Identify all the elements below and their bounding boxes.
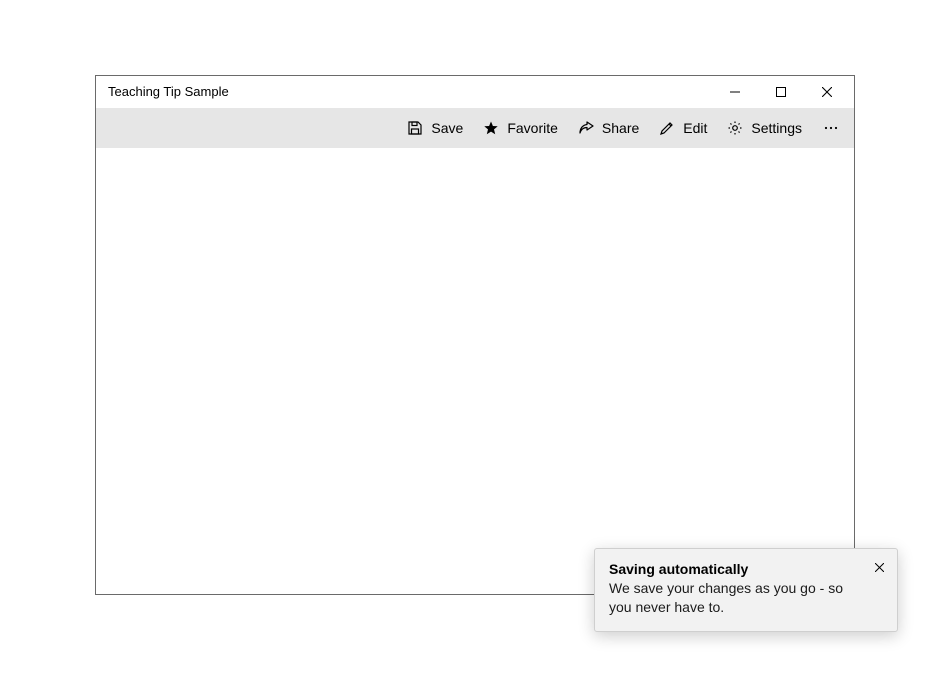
pencil-icon — [659, 120, 675, 136]
gear-icon — [727, 120, 743, 136]
ellipsis-icon — [823, 126, 839, 130]
close-icon — [875, 563, 884, 572]
caption-buttons — [712, 76, 850, 108]
titlebar: Teaching Tip Sample — [96, 76, 854, 108]
save-button[interactable]: Save — [397, 108, 473, 148]
teaching-tip-body: We save your changes as you go - so you … — [609, 579, 861, 617]
save-icon — [407, 120, 423, 136]
settings-label: Settings — [751, 120, 802, 136]
close-icon — [822, 87, 832, 97]
minimize-button[interactable] — [712, 76, 758, 108]
settings-button[interactable]: Settings — [717, 108, 812, 148]
app-window: Teaching Tip Sample — [95, 75, 855, 595]
star-icon — [483, 120, 499, 136]
more-button[interactable] — [812, 108, 850, 148]
favorite-button[interactable]: Favorite — [473, 108, 568, 148]
window-title: Teaching Tip Sample — [108, 76, 712, 108]
teaching-tip-close-button[interactable] — [869, 557, 889, 577]
favorite-label: Favorite — [507, 120, 558, 136]
command-bar: Save Favorite Share — [96, 108, 854, 148]
edit-button[interactable]: Edit — [649, 108, 717, 148]
share-label: Share — [602, 120, 639, 136]
maximize-button[interactable] — [758, 76, 804, 108]
edit-label: Edit — [683, 120, 707, 136]
close-window-button[interactable] — [804, 76, 850, 108]
share-button[interactable]: Share — [568, 108, 649, 148]
share-icon — [578, 120, 594, 136]
teaching-tip-title: Saving automatically — [609, 561, 861, 577]
minimize-icon — [730, 87, 740, 97]
save-label: Save — [431, 120, 463, 136]
maximize-icon — [776, 87, 786, 97]
teaching-tip: Saving automatically We save your change… — [594, 548, 898, 632]
